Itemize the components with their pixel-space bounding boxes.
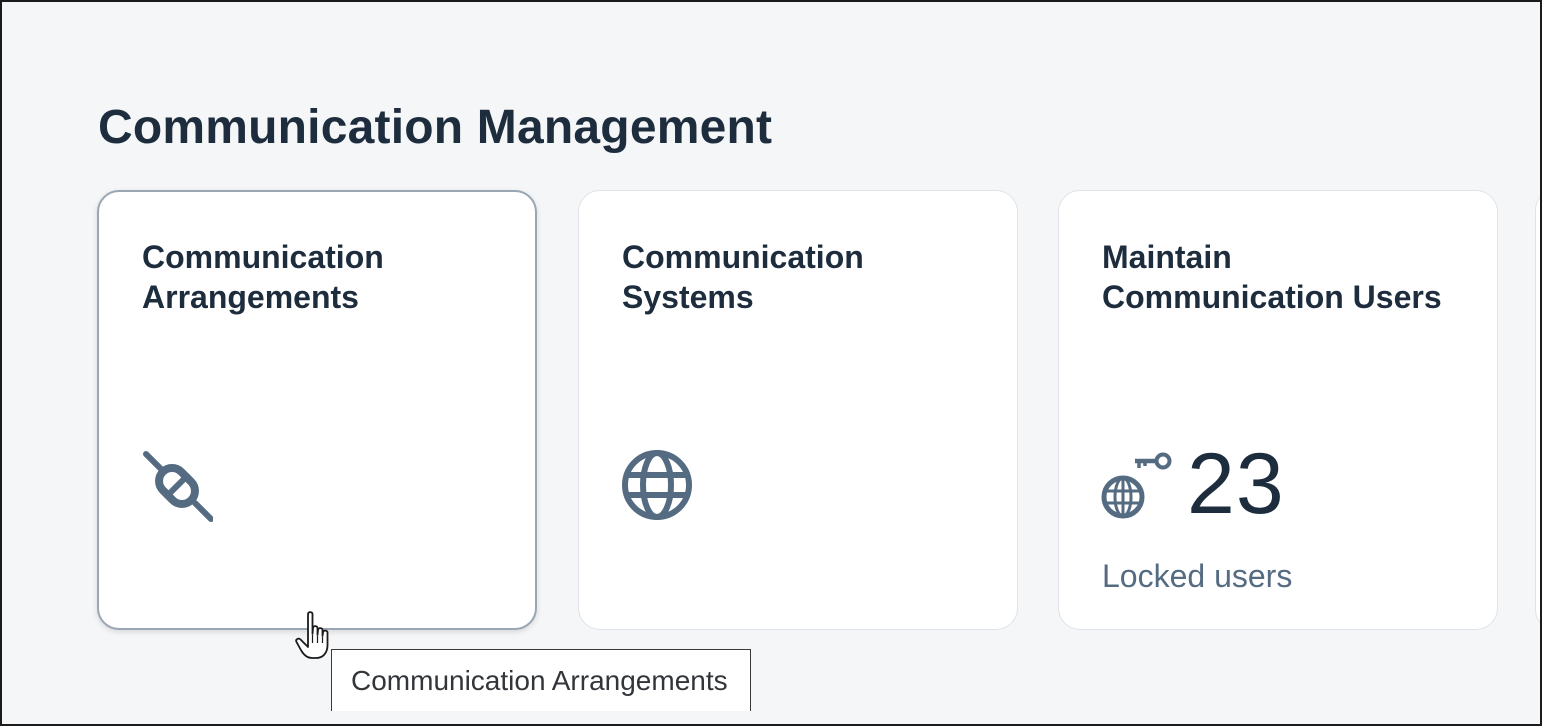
tooltip: Communication Arrangements bbox=[331, 649, 751, 711]
globe-icon bbox=[622, 450, 692, 520]
tile-communication-systems[interactable]: Communication Systems bbox=[578, 190, 1018, 630]
section-title: Communication Management bbox=[98, 101, 773, 154]
plug-icon bbox=[143, 451, 213, 522]
launchpad-page: Communication Management Communication A… bbox=[0, 0, 1542, 726]
kpi-value: 23 bbox=[1187, 436, 1285, 532]
kpi-label: Locked users bbox=[1102, 558, 1293, 594]
globe-key-icon bbox=[1101, 452, 1172, 519]
tile-maintain-communication-users[interactable]: Maintain Communication Users 23 Locked u… bbox=[1058, 190, 1498, 630]
hand-cursor-icon bbox=[295, 611, 329, 659]
tile-title: Communication Systems bbox=[622, 239, 864, 315]
tile-title: Maintain Communication Users bbox=[1102, 239, 1442, 315]
tile-communication-arrangements[interactable]: Communication Arrangements bbox=[97, 190, 537, 630]
tile-title: Communication Arrangements bbox=[142, 239, 384, 315]
tile-partial-next[interactable] bbox=[1535, 190, 1540, 630]
